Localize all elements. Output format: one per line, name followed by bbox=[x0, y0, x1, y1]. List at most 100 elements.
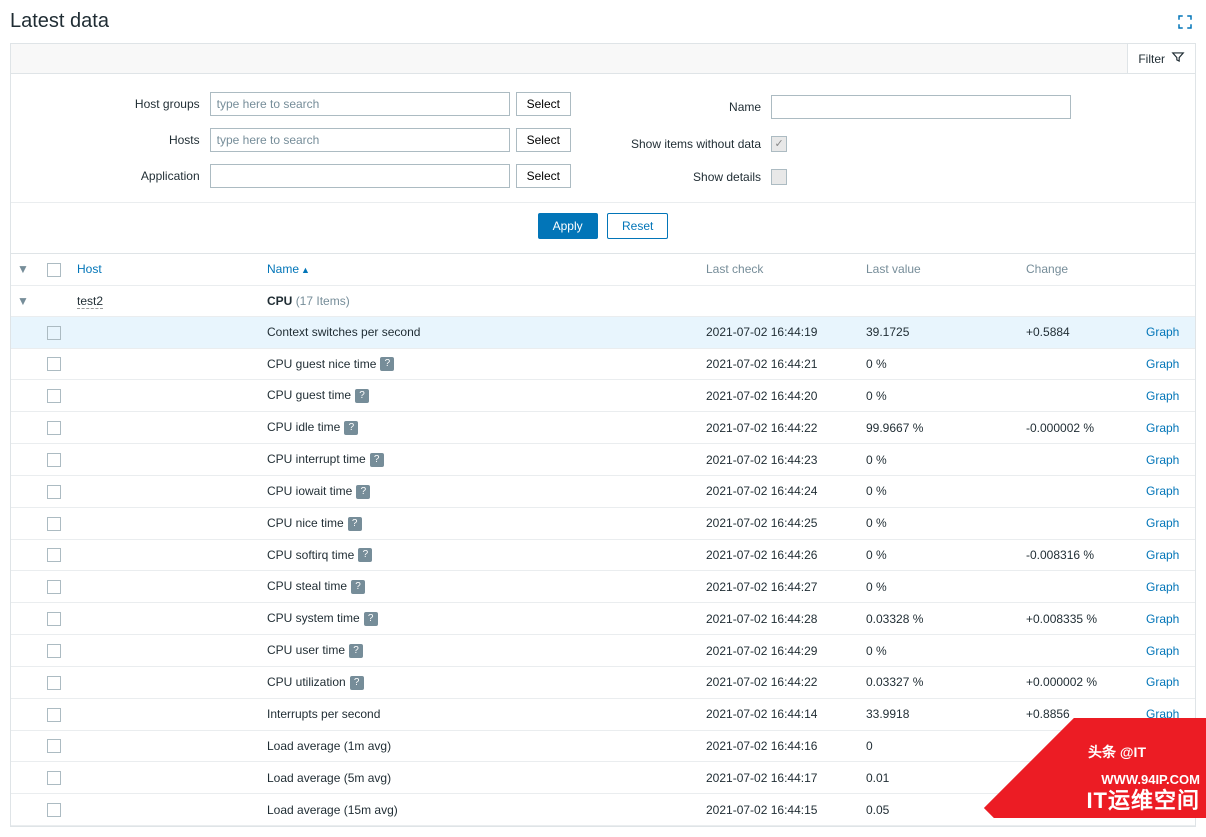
name-input[interactable] bbox=[771, 95, 1071, 119]
item-change: +0.008335 % bbox=[1020, 603, 1140, 635]
row-checkbox[interactable] bbox=[47, 612, 61, 626]
row-checkbox[interactable] bbox=[47, 453, 61, 467]
item-lastcheck: 2021-07-02 16:44:21 bbox=[700, 348, 860, 380]
header-name[interactable]: Name▲ bbox=[267, 262, 310, 276]
help-icon[interactable]: ? bbox=[364, 612, 378, 626]
help-icon[interactable]: ? bbox=[351, 580, 365, 594]
graph-link[interactable]: Graph bbox=[1146, 548, 1179, 562]
graph-link[interactable]: Graph bbox=[1146, 389, 1179, 403]
table-row: CPU system time?2021-07-02 16:44:280.033… bbox=[11, 603, 1195, 635]
table-row: Load average (1m avg)2021-07-02 16:44:16… bbox=[11, 730, 1195, 762]
item-name: Load average (15m avg) bbox=[267, 803, 398, 817]
row-checkbox[interactable] bbox=[47, 803, 61, 817]
collapse-group-icon[interactable]: ▼ bbox=[17, 294, 29, 308]
show-details-checkbox[interactable] bbox=[771, 169, 787, 185]
item-name: Load average (5m avg) bbox=[267, 771, 391, 785]
graph-link[interactable]: Graph bbox=[1146, 453, 1179, 467]
graph-link[interactable]: Graph bbox=[1146, 516, 1179, 530]
filter-icon bbox=[1171, 50, 1185, 67]
item-change: +0.8856 bbox=[1020, 698, 1140, 730]
application-select-button[interactable]: Select bbox=[516, 164, 571, 188]
page-title: Latest data bbox=[10, 10, 109, 33]
help-icon[interactable]: ? bbox=[348, 517, 362, 531]
help-icon[interactable]: ? bbox=[370, 453, 384, 467]
select-all-checkbox[interactable] bbox=[47, 263, 61, 277]
host-link[interactable]: test2 bbox=[77, 294, 103, 309]
row-checkbox[interactable] bbox=[47, 676, 61, 690]
reset-button[interactable]: Reset bbox=[607, 213, 668, 239]
item-lastvalue: 0.03327 % bbox=[860, 666, 1020, 698]
item-lastcheck: 2021-07-02 16:44:27 bbox=[700, 571, 860, 603]
help-icon[interactable]: ? bbox=[350, 676, 364, 690]
item-lastcheck: 2021-07-02 16:44:22 bbox=[700, 666, 860, 698]
help-icon[interactable]: ? bbox=[344, 421, 358, 435]
item-change bbox=[1020, 730, 1140, 762]
item-name: CPU guest time bbox=[267, 388, 351, 402]
row-checkbox[interactable] bbox=[47, 517, 61, 531]
graph-link[interactable]: Graph bbox=[1146, 675, 1179, 689]
show-items-without-data-checkbox[interactable] bbox=[771, 136, 787, 152]
collapse-all-icon[interactable]: ▼ bbox=[17, 262, 29, 276]
help-icon[interactable]: ? bbox=[355, 389, 369, 403]
item-name: Interrupts per second bbox=[267, 707, 380, 721]
row-checkbox[interactable] bbox=[47, 771, 61, 785]
item-name: Context switches per second bbox=[267, 325, 420, 339]
fullscreen-icon[interactable] bbox=[1174, 11, 1196, 33]
item-lastcheck: 2021-07-02 16:44:24 bbox=[700, 475, 860, 507]
graph-link[interactable]: Graph bbox=[1146, 612, 1179, 626]
host-groups-select-button[interactable]: Select bbox=[516, 92, 571, 116]
item-change: +0.000002 % bbox=[1020, 666, 1140, 698]
table-row: CPU steal time? 2021-07-02 16:44:270 % Gra… bbox=[11, 571, 1195, 603]
table-row: Load average (15m avg)2021-07-02 16:44:1… bbox=[11, 794, 1195, 826]
help-icon[interactable]: ? bbox=[358, 548, 372, 562]
row-checkbox[interactable] bbox=[47, 389, 61, 403]
host-groups-input[interactable] bbox=[210, 92, 510, 116]
row-checkbox[interactable] bbox=[47, 326, 61, 340]
item-name: CPU interrupt time bbox=[267, 452, 366, 466]
item-name: CPU iowait time bbox=[267, 484, 352, 498]
item-lastvalue: 99.9667 % bbox=[860, 412, 1020, 444]
item-lastcheck: 2021-07-02 16:44:19 bbox=[700, 316, 860, 348]
item-change bbox=[1020, 475, 1140, 507]
item-lastvalue: 0 % bbox=[860, 444, 1020, 476]
help-icon[interactable]: ? bbox=[356, 485, 370, 499]
graph-link[interactable]: Graph bbox=[1146, 325, 1179, 339]
item-lastcheck: 2021-07-02 16:44:16 bbox=[700, 730, 860, 762]
item-lastcheck: 2021-07-02 16:44:23 bbox=[700, 444, 860, 476]
row-checkbox[interactable] bbox=[47, 485, 61, 499]
graph-link[interactable]: Graph bbox=[1146, 357, 1179, 371]
item-name: CPU steal time bbox=[267, 579, 347, 593]
table-row: CPU softirq time?2021-07-02 16:44:260 %-… bbox=[11, 539, 1195, 571]
item-lastvalue: 0 % bbox=[860, 507, 1020, 539]
graph-link[interactable]: Graph bbox=[1146, 644, 1179, 658]
row-checkbox[interactable] bbox=[47, 708, 61, 722]
row-checkbox[interactable] bbox=[47, 357, 61, 371]
table-row: CPU user time?2021-07-02 16:44:290 %Grap… bbox=[11, 635, 1195, 667]
apply-button[interactable]: Apply bbox=[538, 213, 598, 239]
hosts-input[interactable] bbox=[210, 128, 510, 152]
help-icon[interactable]: ? bbox=[349, 644, 363, 658]
filter-tab[interactable]: Filter bbox=[1127, 44, 1195, 73]
show-details-label: Show details bbox=[631, 170, 761, 184]
row-checkbox[interactable] bbox=[47, 580, 61, 594]
item-change: -0.000002 % bbox=[1020, 412, 1140, 444]
help-icon[interactable]: ? bbox=[380, 357, 394, 371]
graph-link[interactable]: Graph bbox=[1146, 707, 1179, 721]
table-row: Interrupts per second2021-07-02 16:44:14… bbox=[11, 698, 1195, 730]
item-lastcheck: 2021-07-02 16:44:20 bbox=[700, 380, 860, 412]
row-checkbox[interactable] bbox=[47, 739, 61, 753]
header-host[interactable]: Host bbox=[77, 262, 102, 276]
item-lastvalue: 0 % bbox=[860, 571, 1020, 603]
application-input[interactable] bbox=[210, 164, 510, 188]
item-lastcheck: 2021-07-02 16:44:28 bbox=[700, 603, 860, 635]
row-checkbox[interactable] bbox=[47, 644, 61, 658]
graph-link[interactable]: Graph bbox=[1146, 484, 1179, 498]
header-last-check: Last check bbox=[700, 254, 860, 285]
hosts-select-button[interactable]: Select bbox=[516, 128, 571, 152]
item-lastcheck: 2021-07-02 16:44:22 bbox=[700, 412, 860, 444]
item-change bbox=[1020, 380, 1140, 412]
graph-link[interactable]: Graph bbox=[1146, 421, 1179, 435]
row-checkbox[interactable] bbox=[47, 548, 61, 562]
row-checkbox[interactable] bbox=[47, 421, 61, 435]
graph-link[interactable]: Graph bbox=[1146, 580, 1179, 594]
